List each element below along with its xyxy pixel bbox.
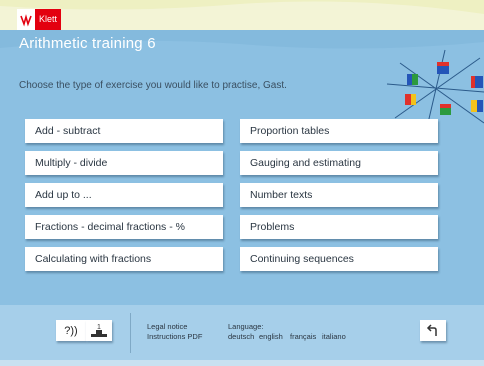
exercise-button-problems[interactable]: Problems xyxy=(240,215,438,239)
bottom-strip xyxy=(0,360,484,366)
instructions-pdf-link[interactable]: Instructions PDF xyxy=(147,332,202,342)
logo-text: Klett xyxy=(34,9,61,30)
klett-logo: Klett xyxy=(17,9,61,30)
exercise-button-calculating-fractions[interactable]: Calculating with fractions xyxy=(25,247,223,271)
podium-icon: 1 xyxy=(91,324,107,337)
exercise-button-number-texts[interactable]: Number texts xyxy=(240,183,438,207)
page-title: Arithmetic training 6 xyxy=(19,35,156,52)
exercise-button-proportion-tables[interactable]: Proportion tables xyxy=(240,119,438,143)
language-francais[interactable]: français xyxy=(290,332,316,341)
level-button[interactable]: 1 xyxy=(86,320,112,341)
logo-mark-icon xyxy=(17,9,35,30)
language-english[interactable]: english xyxy=(259,332,283,341)
page-subtitle: Choose the type of exercise you would li… xyxy=(19,80,287,91)
exercise-button-fractions-decimal[interactable]: Fractions - decimal fractions - % xyxy=(25,215,223,239)
footer-divider xyxy=(130,313,131,353)
audio-help-button[interactable]: ?)) xyxy=(56,320,86,341)
language-italiano[interactable]: italiano xyxy=(322,332,346,341)
level-number: 1 xyxy=(97,324,101,331)
language-deutsch[interactable]: deutsch xyxy=(228,332,254,341)
exercise-button-add-up-to[interactable]: Add up to ... xyxy=(25,183,223,207)
legal-notice-link[interactable]: Legal notice xyxy=(147,322,202,332)
exercise-button-gauging-estimating[interactable]: Gauging and estimating xyxy=(240,151,438,175)
exercise-button-multiply-divide[interactable]: Multiply - divide xyxy=(25,151,223,175)
exercise-button-continuing-sequences[interactable]: Continuing sequences xyxy=(240,247,438,271)
back-arrow-icon xyxy=(426,323,437,336)
language-label: Language: xyxy=(228,322,264,331)
footer-links: Legal notice Instructions PDF xyxy=(147,322,202,342)
top-wave-decoration xyxy=(0,1,484,30)
audio-help-icon: ?)) xyxy=(64,324,78,337)
exercise-button-add-subtract[interactable]: Add - subtract xyxy=(25,119,223,143)
back-button[interactable] xyxy=(420,320,446,341)
